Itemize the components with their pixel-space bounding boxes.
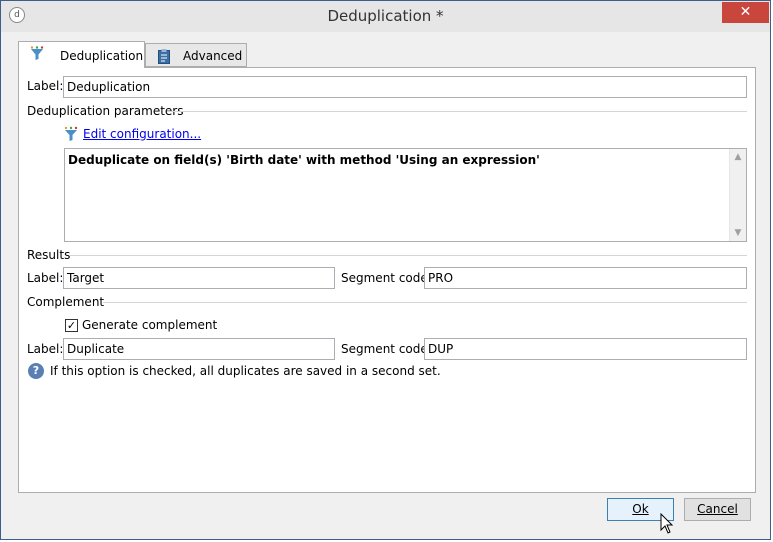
summary-scrollbar[interactable]: ▲ ▼: [729, 149, 746, 241]
summary-textarea[interactable]: Deduplicate on field(s) 'Birth date' wit…: [64, 148, 747, 242]
results-segment-input[interactable]: PRO: [424, 267, 747, 289]
results-divider: [69, 255, 747, 256]
close-button[interactable]: ✕: [722, 2, 769, 23]
label-input[interactable]: Deduplication: [63, 76, 747, 98]
help-icon: ?: [28, 363, 44, 379]
complement-segment-caption: Segment code:: [341, 342, 432, 356]
scroll-down-icon[interactable]: ▼: [730, 225, 746, 241]
generate-complement-checkbox[interactable]: ✓: [65, 319, 78, 332]
generate-complement-label: Generate complement: [82, 318, 218, 332]
summary-text: Deduplicate on field(s) 'Birth date' wit…: [68, 153, 540, 167]
ok-button-label: Ok: [632, 502, 649, 516]
mouse-cursor-icon: [660, 513, 674, 534]
complement-label-caption: Label:: [27, 342, 64, 356]
complement-divider: [103, 302, 747, 303]
funnel-icon: [64, 126, 78, 141]
scroll-up-icon[interactable]: ▲: [730, 149, 746, 165]
tab-deduplication-label: Deduplication: [60, 49, 144, 63]
cancel-button[interactable]: Cancel: [684, 498, 751, 521]
title-bar[interactable]: d Deduplication * ✕: [1, 1, 770, 32]
window-title: Deduplication *: [327, 7, 444, 25]
dedup-params-divider: [167, 111, 747, 112]
complement-label-input[interactable]: Duplicate: [63, 338, 335, 360]
edit-configuration-link[interactable]: Edit configuration...: [83, 127, 201, 141]
cancel-button-label: Cancel: [697, 502, 738, 516]
label-caption: Label:: [27, 79, 64, 93]
tab-panel: Label: Deduplication Deduplication param…: [18, 67, 756, 493]
complement-segment-input[interactable]: DUP: [424, 338, 747, 360]
complement-section: Complement: [27, 295, 105, 309]
tab-advanced-label: Advanced: [183, 49, 243, 63]
funnel-icon: [30, 46, 44, 60]
info-text: If this option is checked, all duplicate…: [50, 364, 441, 378]
results-label-caption: Label:: [27, 271, 64, 285]
results-label-input[interactable]: Target: [63, 267, 335, 289]
dialog-window: d Deduplication * ✕ Deduplication Advanc…: [0, 0, 771, 540]
tab-advanced[interactable]: Advanced: [145, 43, 247, 67]
results-segment-caption: Segment code:: [341, 271, 432, 285]
dedup-params-section: Deduplication parameters: [27, 104, 184, 118]
results-section: Results: [27, 248, 71, 262]
tab-deduplication[interactable]: Deduplication: [18, 41, 145, 68]
clipboard-icon: [158, 49, 170, 64]
